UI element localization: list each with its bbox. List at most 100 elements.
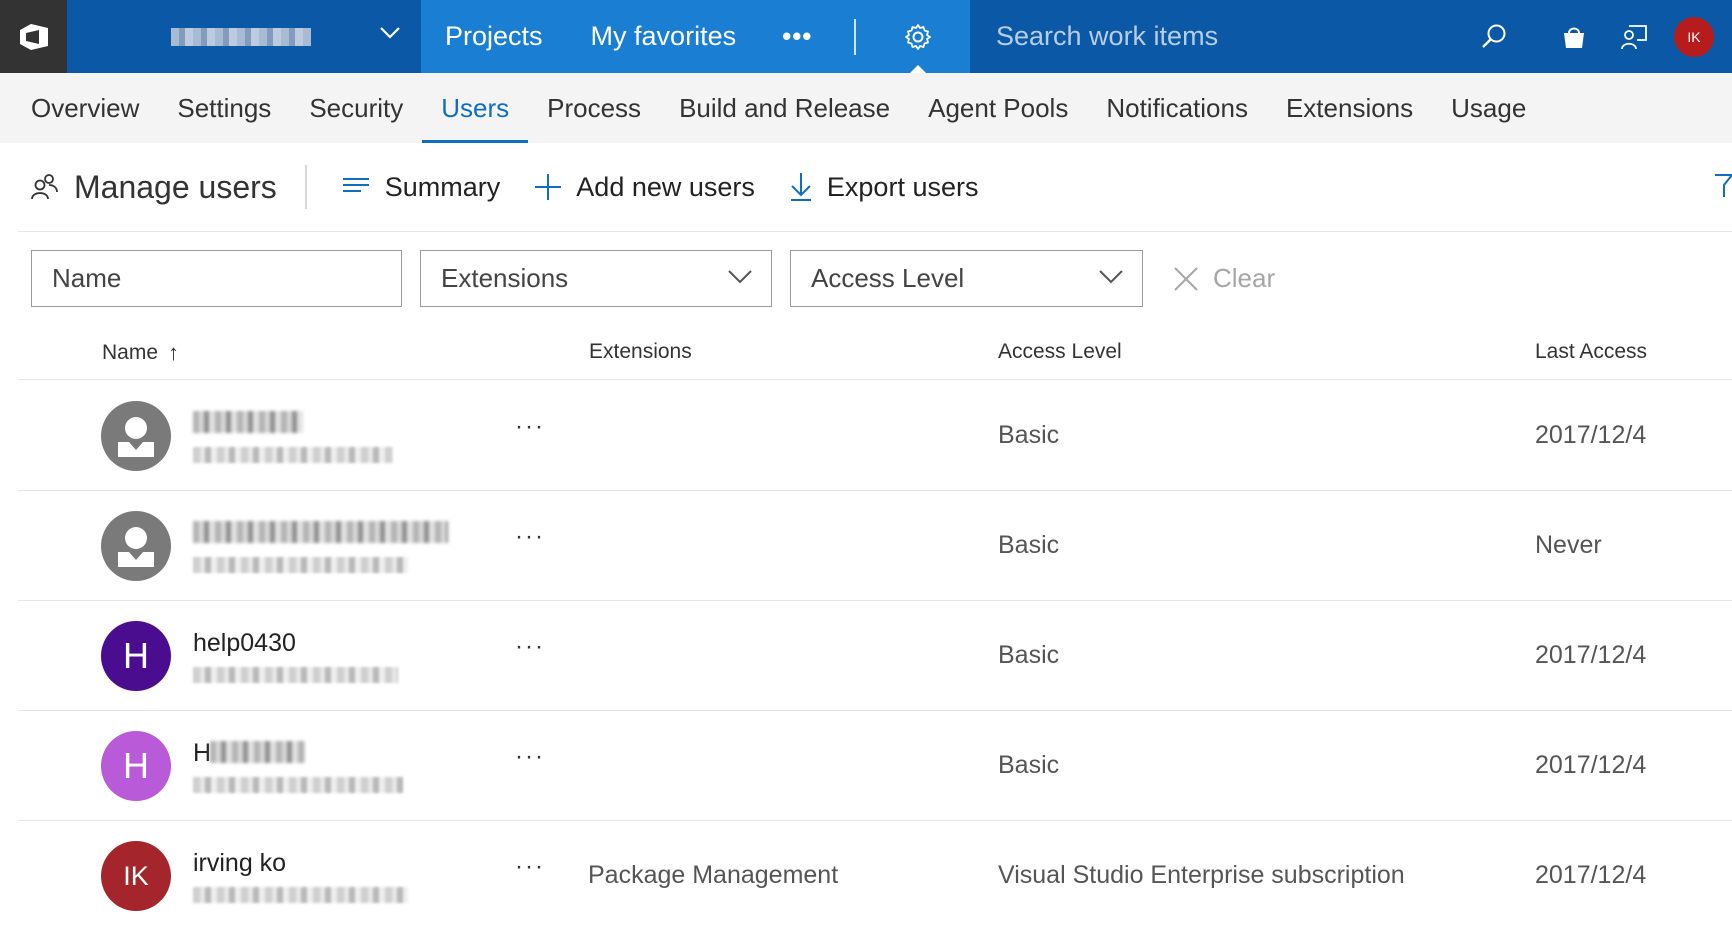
plus-icon [535,174,562,200]
marketplace-button[interactable] [1554,17,1594,57]
row-more-actions-button[interactable]: ··· [515,523,545,551]
tab-build-and-release[interactable]: Build and Release [660,73,909,143]
list-icon [342,178,369,192]
user-email-redacted [193,667,398,683]
person-placeholder-icon [118,417,154,457]
row-more-actions-button[interactable]: ··· [515,743,545,771]
name-filter-input[interactable] [52,263,352,294]
user-email-redacted [193,777,403,793]
close-icon [1174,266,1198,291]
avatar [101,401,171,471]
download-icon [790,173,811,201]
row-last-access: 2017/12/4 [1535,421,1647,449]
extensions-filter-dropdown[interactable]: Extensions [420,250,772,307]
row-last-access: Never [1535,531,1602,559]
column-header-extensions[interactable]: Extensions [589,340,692,364]
nav-projects[interactable]: Projects [421,0,567,73]
access-level-filter-dropdown[interactable]: Access Level [790,250,1143,307]
row-more-actions-button[interactable]: ··· [515,853,545,881]
column-header-name[interactable]: Name ↑ [102,340,179,366]
person-placeholder-icon [118,527,154,567]
top-navigation-bar: Projects My favorites ••• IK [0,0,1732,73]
column-header-access-level[interactable]: Access Level [998,340,1122,364]
export-users-button[interactable]: Export users [789,171,979,203]
row-access-level: Basic [998,641,1060,669]
hub-navigation: Projects My favorites ••• [421,0,970,73]
tab-notifications[interactable]: Notifications [1087,73,1267,143]
row-last-access: 2017/12/4 [1535,641,1647,669]
profile-button[interactable]: IK [1674,16,1714,57]
chevron-down-icon [380,27,400,39]
tab-overview[interactable]: Overview [12,73,158,143]
sort-ascending-icon: ↑ [168,340,180,365]
nav-my-favorites[interactable]: My favorites [567,0,761,73]
column-header-name-label: Name [102,341,159,364]
user-email-redacted [193,557,408,573]
filter-icon[interactable] [1714,173,1732,199]
avatar: H [101,731,171,801]
topbar-actions: IK [1536,0,1732,73]
user-name-redacted [210,741,305,763]
chevron-down-icon [728,270,752,284]
table-row[interactable]: H help0430 ··· Basic 2017/12/4 [18,601,1732,711]
row-extensions: Package Management [588,861,839,889]
chevron-down-icon [1099,270,1123,284]
row-access-level: Visual Studio Enterprise subscription [998,861,1405,889]
clear-filters-button[interactable]: Clear [1173,263,1275,294]
search-input[interactable] [970,21,1440,52]
search-icon[interactable] [1480,22,1508,50]
access-level-filter-label: Access Level [811,263,965,293]
table-row[interactable]: H H ··· Basic 2017/12/4 [18,711,1732,821]
account-selector[interactable] [67,0,421,73]
column-header-last-access[interactable]: Last Access [1535,340,1647,364]
clear-label: Clear [1213,263,1276,293]
user-name: help0430 [193,629,296,657]
admin-settings-button[interactable] [878,0,958,73]
active-indicator [910,65,927,73]
row-access-level: Basic [998,421,1060,449]
table-row[interactable]: ··· Basic 2017/12/4 [18,381,1732,491]
row-more-actions-button[interactable]: ··· [515,413,545,441]
user-name: irving ko [193,849,287,877]
search-box[interactable] [970,0,1536,73]
add-new-users-button[interactable]: Add new users [534,172,755,203]
table-row[interactable]: IK irving ko ··· Package Management Visu… [18,821,1732,926]
feedback-icon [1621,24,1647,49]
gear-icon [905,23,932,50]
user-name-redacted [193,521,448,543]
row-access-level: Basic [998,531,1060,559]
add-new-users-label: Add new users [576,171,755,202]
name-filter[interactable] [31,250,402,307]
user-avatar: IK [1674,16,1714,57]
avatar: IK [101,841,171,911]
row-last-access: 2017/12/4 [1535,751,1647,779]
nav-more-button[interactable]: ••• [760,0,834,73]
vsts-logo-icon[interactable] [0,0,67,73]
row-last-access: 2017/12/4 [1535,861,1647,889]
row-access-level: Basic [998,751,1060,779]
page-title: Manage users [18,165,307,209]
user-email-redacted [193,447,393,463]
users-icon [31,174,58,200]
page-title-text: Manage users [74,168,277,205]
table-row[interactable]: ··· Basic Never [18,491,1732,601]
avatar [101,511,171,581]
tab-settings[interactable]: Settings [158,73,290,143]
admin-tabs: Overview Settings Security Users Process… [0,73,1732,143]
users-toolbar: Manage users Summary Add new users Expor… [18,143,1732,232]
tab-process[interactable]: Process [528,73,660,143]
feedback-button[interactable] [1614,17,1654,57]
summary-button[interactable]: Summary [341,171,501,203]
export-users-label: Export users [826,171,979,202]
tab-agent-pools[interactable]: Agent Pools [909,73,1087,143]
tab-users[interactable]: Users [422,73,529,143]
tab-usage[interactable]: Usage [1432,73,1545,143]
tab-extensions[interactable]: Extensions [1267,73,1432,143]
summary-label: Summary [384,171,501,202]
shopping-bag-icon [1564,27,1584,48]
avatar: H [101,621,171,691]
row-more-actions-button[interactable]: ··· [515,633,545,661]
tab-security[interactable]: Security [290,73,422,143]
account-name-redacted [171,27,311,46]
users-table-header: Name ↑ Extensions Access Level Last Acce… [18,330,1732,380]
